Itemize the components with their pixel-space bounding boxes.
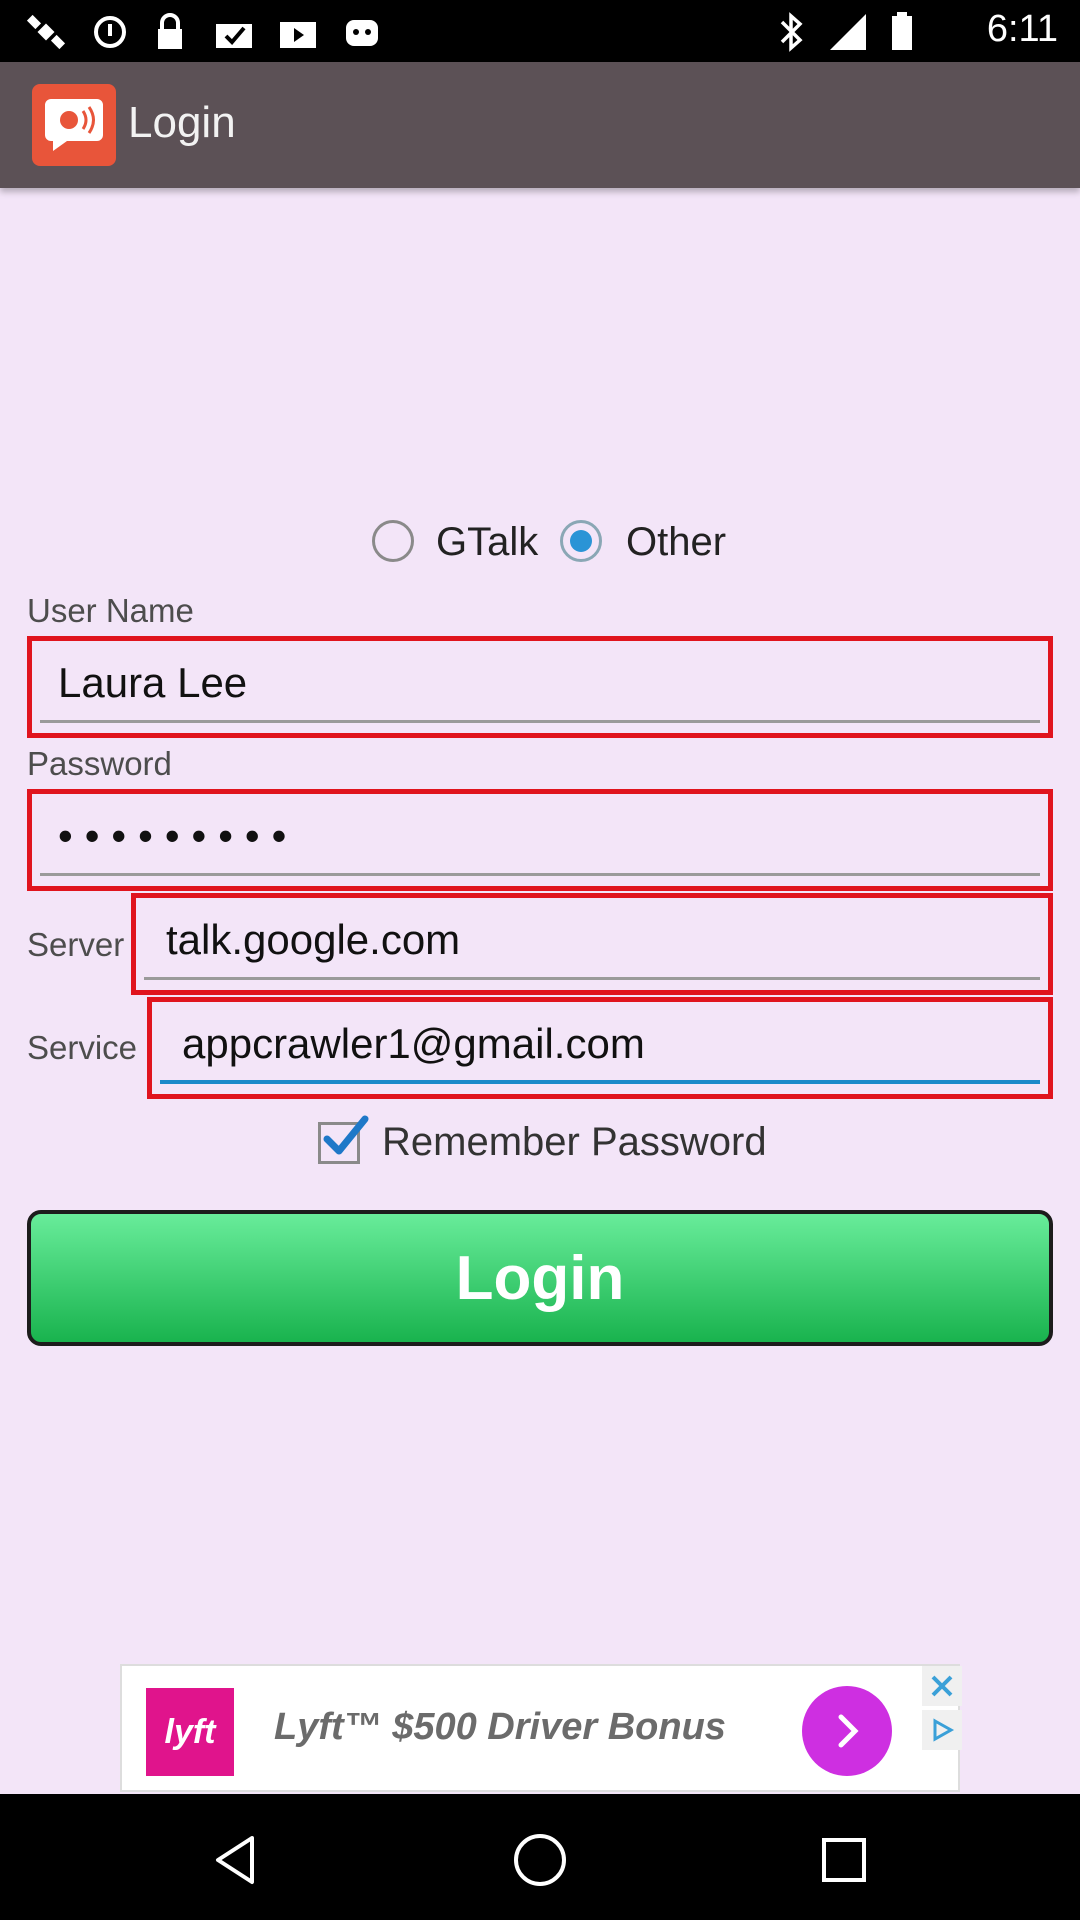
bluetooth-icon (770, 10, 814, 54)
service-label: Service (27, 1029, 138, 1066)
login-button[interactable]: Login (27, 1210, 1053, 1346)
battery-icon (880, 10, 924, 54)
android-icon (340, 10, 384, 54)
service-field[interactable]: appcrawler1@gmail.com (147, 997, 1053, 1099)
gtalk-radio-label[interactable]: GTalk (436, 520, 538, 565)
server-underline (144, 977, 1040, 980)
other-radio[interactable] (560, 520, 602, 562)
server-field[interactable]: talk.google.com (131, 893, 1053, 995)
username-underline (40, 720, 1040, 723)
satellite-icon (24, 10, 68, 54)
lock-icon (148, 10, 192, 54)
ad-arrow-button[interactable] (802, 1686, 892, 1776)
page-title: Login (128, 98, 236, 147)
password-value: ••••••••• (58, 812, 299, 859)
status-bar: 6:11 (0, 0, 1080, 62)
data-saver-icon (88, 10, 132, 54)
password-underline (40, 873, 1040, 876)
username-field[interactable]: Laura Lee (27, 636, 1053, 738)
chat-bubble-speaker-icon (32, 84, 116, 166)
lyft-logo: lyft (146, 1688, 234, 1776)
checkmark-icon (323, 1115, 369, 1155)
clipboard-check-icon (212, 10, 256, 54)
ad-choices-icon (933, 1718, 955, 1742)
account-type-radio-group: GTalk Other (0, 516, 1080, 572)
server-label: Server (27, 926, 125, 963)
app-bar: Login (0, 62, 1080, 188)
close-icon (931, 1675, 953, 1697)
ad-choices-button[interactable] (922, 1710, 962, 1750)
password-label: Password (27, 745, 172, 782)
recent-apps-icon[interactable] (804, 1820, 884, 1900)
ad-banner[interactable]: lyft Lyft™ $500 Driver Bonus (120, 1664, 962, 1792)
ad-close-button[interactable] (922, 1666, 962, 1706)
chevron-right-icon (838, 1714, 859, 1748)
server-value: talk.google.com (166, 916, 461, 963)
back-icon[interactable] (196, 1820, 276, 1900)
navigation-bar (0, 1794, 1080, 1920)
other-radio-label[interactable]: Other (626, 520, 726, 565)
password-field[interactable]: ••••••••• (27, 789, 1053, 891)
gtalk-radio[interactable] (372, 520, 414, 562)
remember-password-label[interactable]: Remember Password (382, 1120, 767, 1165)
service-value: appcrawler1@gmail.com (182, 1020, 645, 1067)
signal-icon (826, 10, 870, 54)
remember-password-checkbox[interactable] (318, 1115, 369, 1164)
play-store-icon (276, 10, 320, 54)
service-underline (160, 1080, 1040, 1084)
clock-time: 6:11 (986, 8, 1058, 50)
home-icon[interactable] (500, 1820, 580, 1900)
username-label: User Name (27, 592, 194, 629)
username-value: Laura Lee (58, 659, 248, 706)
ad-text[interactable]: Lyft™ $500 Driver Bonus (274, 1706, 726, 1749)
